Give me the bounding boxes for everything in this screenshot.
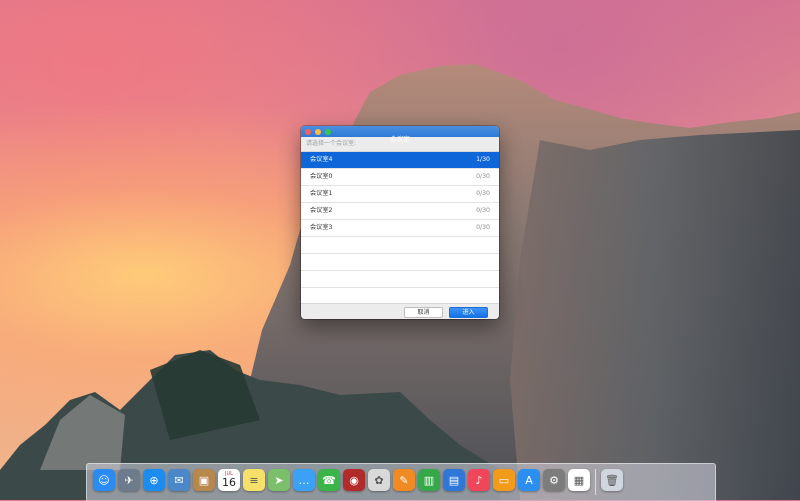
zoom-window-button[interactable]: [325, 128, 331, 135]
ibooks-icon[interactable]: ▭: [493, 469, 515, 491]
dialog-footer: 取消 进入: [301, 303, 499, 319]
dialog-titlebar[interactable]: 会议室: [301, 126, 499, 143]
custom-app-icon[interactable]: ▦: [568, 469, 590, 491]
room-occupancy: 0/30: [476, 224, 490, 231]
contacts-icon[interactable]: ▣: [193, 469, 215, 491]
room-name: 会议室2: [310, 207, 333, 214]
empty-row: [301, 254, 499, 271]
notes-icon[interactable]: ≡: [243, 469, 265, 491]
room-list-item-0[interactable]: 会议室0 0/30: [301, 169, 499, 186]
safari-icon[interactable]: ⊕: [143, 469, 165, 491]
minimize-window-button[interactable]: [315, 128, 321, 135]
photos-icon[interactable]: ✿: [368, 469, 390, 491]
app-store-icon[interactable]: A: [518, 469, 540, 491]
pages-icon[interactable]: ✎: [393, 469, 415, 491]
room-list-item-3[interactable]: 会议室3 0/30: [301, 220, 499, 237]
room-occupancy: 0/30: [476, 207, 490, 214]
meeting-room-dialog: 会议室 请选择一个会议室: 会议室4 1/30 会议室0 0/30 会议室1 0…: [301, 126, 499, 319]
itunes-icon[interactable]: ♪: [468, 469, 490, 491]
empty-row: [301, 288, 499, 304]
dock-separator: [595, 469, 596, 495]
room-name: 会议室3: [310, 224, 333, 231]
window-controls: [305, 128, 331, 135]
empty-row: [301, 271, 499, 288]
room-list-item-4[interactable]: 会议室4 1/30: [301, 152, 499, 169]
calendar-day: 16: [222, 476, 236, 489]
maps-icon[interactable]: ➤: [268, 469, 290, 491]
mail-icon[interactable]: ✉: [168, 469, 190, 491]
keynote-icon[interactable]: ▤: [443, 469, 465, 491]
dialog-title: 会议室: [390, 135, 410, 143]
dock: ☺ ✈ ⊕ ✉ ▣ JUL 16 ≡ ➤… ☎ ◉ ✿ ✎ ▥ ▤ ♪ ▭ A ⚙ ▦ 🗑: [86, 463, 716, 501]
cancel-button[interactable]: 取消: [404, 306, 443, 318]
empty-row: [301, 237, 499, 254]
close-window-button[interactable]: [305, 128, 311, 135]
launchpad-icon[interactable]: ✈: [118, 469, 140, 491]
room-occupancy: 0/30: [476, 173, 490, 180]
trash-icon[interactable]: 🗑: [601, 469, 623, 491]
messages-icon[interactable]: …: [293, 469, 315, 491]
finder-icon[interactable]: ☺: [93, 469, 115, 491]
room-name: 会议室4: [310, 156, 333, 163]
system-preferences-icon[interactable]: ⚙: [543, 469, 565, 491]
numbers-icon[interactable]: ▥: [418, 469, 440, 491]
dock-items: ☺ ✈ ⊕ ✉ ▣ JUL 16 ≡ ➤… ☎ ◉ ✿ ✎ ▥ ▤ ♪ ▭ A ⚙ ▦ 🗑: [93, 469, 623, 495]
facetime-icon[interactable]: ☎: [318, 469, 340, 491]
room-list: 会议室4 1/30 会议室0 0/30 会议室1 0/30 会议室2 0/30 …: [301, 151, 499, 303]
room-name: 会议室1: [310, 190, 333, 197]
calendar-icon[interactable]: JUL 16: [218, 469, 240, 491]
room-occupancy: 1/30: [476, 156, 490, 163]
room-name: 会议室0: [310, 173, 333, 180]
room-occupancy: 0/30: [476, 190, 490, 197]
room-list-item-2[interactable]: 会议室2 0/30: [301, 203, 499, 220]
photo-booth-icon[interactable]: ◉: [343, 469, 365, 491]
enter-button[interactable]: 进入: [449, 306, 488, 318]
room-list-item-1[interactable]: 会议室1 0/30: [301, 186, 499, 203]
